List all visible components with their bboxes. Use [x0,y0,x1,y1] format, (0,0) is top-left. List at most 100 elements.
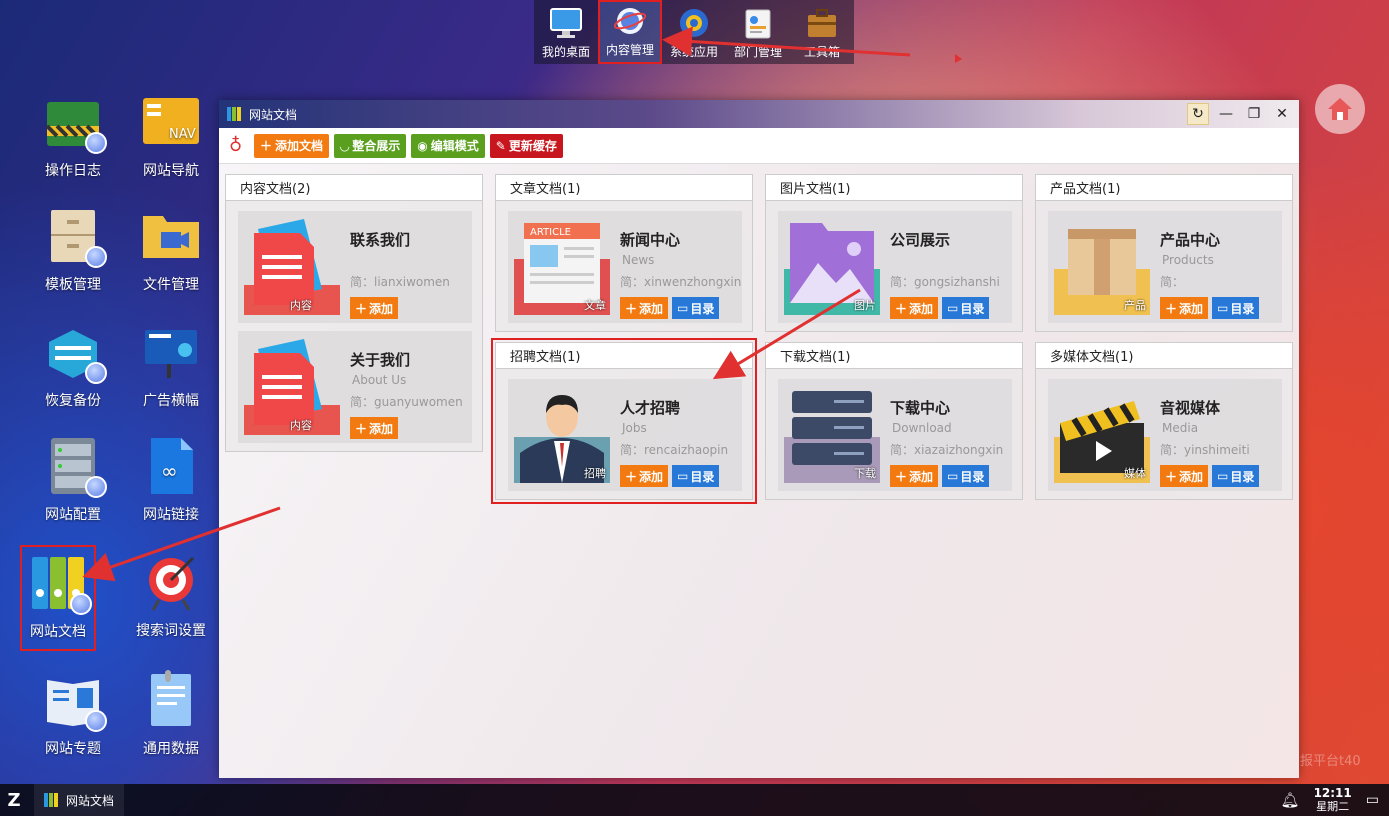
small-arrow-marker [955,54,962,63]
card-subtitle: Products [1162,253,1214,267]
card-add-button[interactable]: ＋添加 [890,465,939,487]
binders-icon [28,553,92,615]
card-add-button[interactable]: ＋添加 [350,417,399,439]
desktop-icon-label: 网站导航 [143,163,199,179]
bell-icon[interactable]: 🔔︎ [1281,791,1300,809]
globe-badge-icon [85,710,107,732]
clock-time: 12:11 [1313,786,1352,800]
refresh-button[interactable]: ↻ [1187,103,1209,125]
dir-label: 目录 [690,469,715,484]
desktop-icon-common-data[interactable]: 通用数据 [126,670,216,758]
dock-item-department[interactable]: 部门管理 [726,0,790,64]
dock-item-desktop[interactable]: 我的桌面 [534,0,598,64]
binders-icon [44,793,58,807]
card-title: 联系我们 [350,231,411,249]
card-add-button[interactable]: ＋添加 [620,297,669,319]
card-add-button[interactable]: ＋添加 [1160,465,1209,487]
card-code: 简：yinshimeiti [1160,443,1250,457]
plus-icon: ＋ [1165,301,1178,316]
folder-outline-icon: ▭ [677,469,689,483]
desktop-icon-label: 操作日志 [45,163,101,179]
image-folder-icon: 图片 [784,219,880,315]
doc-card: 媒体 音视媒体 Media 简：yinshimeiti ＋添加 ▭ 目录 [1048,379,1282,491]
desktop-icon-site-links[interactable]: ∞ 网站链接 [126,436,216,524]
desktop-icon-label: 网站配置 [45,507,101,523]
card-add-button[interactable]: ＋添加 [890,297,939,319]
panel-header: 产品文档(1) [1036,175,1292,201]
desktop-icon-operation-log[interactable]: 操作日志 [28,92,118,180]
desktop-icon-template[interactable]: 模板管理 [28,206,118,294]
dock-label: 工具箱 [803,45,840,59]
card-directory-button[interactable]: ▭ 目录 [672,297,720,319]
minimize-button[interactable]: — [1215,103,1237,125]
globe-icon [613,8,647,34]
doc-card: 招聘 人才招聘 Jobs 简：rencaizhaopin ＋添加 ▭ 目录 [508,379,742,491]
clock[interactable]: 12:11 星期二 [1313,786,1352,814]
maximize-icon: ❐ [1247,106,1261,122]
id-badge-icon [745,9,771,39]
desktop-icon-site-docs[interactable]: 网站文档 [20,545,96,651]
dir-label: 目录 [960,469,985,484]
card-add-button[interactable]: ＋添加 [350,297,399,319]
home-button[interactable] [1315,84,1365,134]
add-label: 添加 [1179,301,1204,316]
dock-item-system-apps[interactable]: 系统应用 [662,0,726,64]
folder-icon [43,92,107,154]
desktop-icon-file-manager[interactable]: 文件管理 [126,206,216,294]
card-directory-button[interactable]: ▭ 目录 [942,465,990,487]
panel-header: 文章文档(1) [496,175,752,201]
taskbar-item-label: 网站文档 [66,793,115,808]
dock-item-toolbox[interactable]: 工具箱 [790,0,854,64]
globe-badge-icon [85,132,107,154]
add-label: 添加 [369,301,394,316]
desktop-icon-ad-banner[interactable]: 广告横幅 [126,322,216,410]
folder-outline-icon: ▭ [947,301,959,315]
desktop-icon-site-nav[interactable]: NAV 网站导航 [126,92,216,180]
card-directory-button[interactable]: ▭ 目录 [672,465,720,487]
card-directory-button[interactable]: ▭ 目录 [942,297,990,319]
help-icon[interactable]: ♁ [229,135,249,156]
eye-icon: ◉ [417,138,428,153]
desktop-icon-site-config[interactable]: 网站配置 [28,436,118,524]
taskbar-item-site-docs[interactable]: 网站文档 [34,784,125,816]
edit-mode-button[interactable]: ◉ 编辑模式 [411,133,485,158]
card-type-label: 图片 [854,299,876,312]
card-title: 人才招聘 [620,399,681,417]
desktop-toggle-icon[interactable]: ▭ [1366,792,1379,808]
desktop-icon-special-topics[interactable]: 网站专题 [28,670,118,758]
card-subtitle: News [622,253,655,267]
folder-outline-icon: ▭ [1217,469,1229,483]
close-button[interactable]: ✕ [1271,103,1293,125]
broom-icon: ✎ [495,138,506,153]
card-add-button[interactable]: ＋添加 [1160,297,1209,319]
link-file-icon: ∞ [141,436,201,496]
card-code: 简：gongsizhanshi [890,275,1000,289]
card-directory-button[interactable]: ▭ 目录 [1212,465,1260,487]
panel-download-docs: 下载文档(1) 下载 下载中心 Download 简：xiazaizhongxi… [765,342,1023,500]
globe-badge-icon [70,593,92,615]
dock-item-content-management[interactable]: 内容管理 [598,0,662,64]
article-icon: ARTICLE 文章 [514,219,610,315]
folder-outline-icon: ▭ [1217,301,1229,315]
desktop-icon-label: 广告横幅 [143,393,199,409]
refresh-cache-button[interactable]: ✎ 更新缓存 [489,133,563,158]
window-titlebar[interactable]: 网站文档 ↻ — ❐ ✕ [219,100,1299,128]
system-tray: 🔔︎ 12:11 星期二 ▭ [1281,784,1389,816]
plus-icon: ＋ [355,421,368,436]
panel-article-docs: 文章文档(1) ARTICLE 文章 新闻中心 News 简：xinwenzhon… [495,174,753,332]
card-title: 产品中心 [1160,231,1221,249]
card-code: 简：xinwenzhongxin [620,275,742,289]
integrate-view-button[interactable]: ◡ 整合展示 [334,133,407,158]
card-directory-button[interactable]: ▭ 目录 [1212,297,1260,319]
top-dock: 我的桌面 内容管理 系统应用 部门管理 工具箱 [534,0,854,64]
desktop-icon-backup[interactable]: 恢复备份 [28,322,118,410]
plus-icon: ＋ [355,301,368,316]
dir-label: 目录 [960,301,985,316]
card-add-button[interactable]: ＋添加 [620,465,669,487]
maximize-button[interactable]: ❐ [1243,103,1265,125]
start-button[interactable]: Z [0,784,28,816]
smile-icon: ◡ [340,138,350,153]
add-doc-button[interactable]: ＋添加文档 [254,133,330,158]
globe-badge-icon [85,246,107,268]
desktop-icon-search-terms[interactable]: 搜索词设置 [126,552,216,640]
